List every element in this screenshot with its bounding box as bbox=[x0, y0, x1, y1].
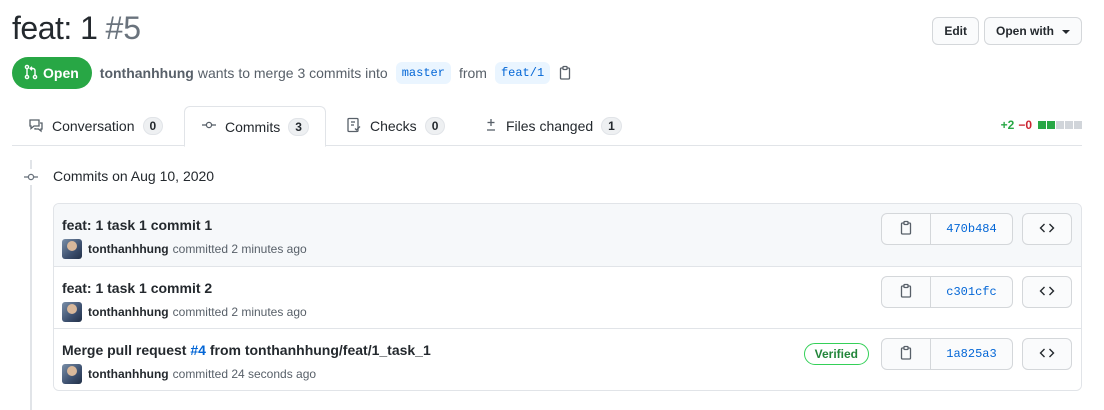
tab-files-changed[interactable]: Files changed 1 bbox=[468, 106, 638, 146]
tab-conversation[interactable]: Conversation 0 bbox=[12, 106, 179, 146]
commit-title[interactable]: Merge pull request #4 from tonthanhhung/… bbox=[62, 342, 431, 358]
tab-label: Files changed bbox=[506, 118, 594, 134]
commit-date-header: Commits on Aug 10, 2020 bbox=[53, 168, 215, 184]
diffstat-block bbox=[1047, 121, 1055, 129]
open-with-label: Open with bbox=[996, 24, 1054, 38]
copy-sha-button[interactable] bbox=[881, 213, 931, 245]
sha-link[interactable]: 1a825a3 bbox=[931, 338, 1013, 370]
header-actions: Edit Open with bbox=[932, 17, 1082, 45]
pr-title-row: feat: 1 #5 bbox=[12, 10, 141, 54]
commit-title[interactable]: feat: 1 task 1 commit 2 bbox=[62, 280, 212, 296]
list-item: Merge pull request #4 from tonthanhhung/… bbox=[54, 328, 1081, 390]
from-text: from bbox=[458, 65, 487, 81]
avatar[interactable] bbox=[62, 302, 82, 322]
commit-title[interactable]: feat: 1 task 1 commit 1 bbox=[62, 217, 212, 233]
tab-counter: 3 bbox=[288, 117, 309, 136]
browse-repo-button[interactable] bbox=[1022, 276, 1072, 308]
clipboard-icon bbox=[899, 283, 913, 302]
tab-counter: 1 bbox=[601, 117, 622, 135]
commit-author[interactable]: tonthanhhung bbox=[88, 242, 169, 256]
author-link[interactable]: tonthanhhung bbox=[100, 65, 194, 81]
head-branch[interactable]: feat/1 bbox=[494, 62, 551, 84]
list-item: feat: 1 task 1 commit 2 tonthanhhung com… bbox=[54, 266, 1081, 328]
commit-time: committed 24 seconds ago bbox=[172, 367, 317, 381]
copy-sha-button[interactable] bbox=[881, 276, 931, 308]
tab-label: Commits bbox=[225, 118, 281, 135]
diff-icon bbox=[484, 117, 498, 136]
open-with-button[interactable]: Open with bbox=[984, 17, 1082, 45]
code-icon bbox=[1039, 220, 1055, 239]
commit-title-suffix: from tonthanhhung/feat/1_task_1 bbox=[209, 342, 431, 358]
commit-icon bbox=[201, 117, 217, 136]
tab-label: Checks bbox=[370, 118, 417, 134]
chevron-down-icon bbox=[1062, 30, 1070, 34]
clipboard-icon bbox=[899, 345, 913, 364]
list-item: feat: 1 task 1 commit 1 tonthanhhung com… bbox=[54, 204, 1081, 266]
checklist-icon bbox=[346, 117, 362, 136]
code-icon bbox=[1039, 345, 1055, 364]
deletions-count: −0 bbox=[1018, 118, 1032, 132]
tab-commits[interactable]: Commits 3 bbox=[184, 106, 326, 147]
commit-title-prefix: Merge pull request bbox=[62, 342, 187, 358]
diffstat-block bbox=[1065, 121, 1073, 129]
additions-count: +2 bbox=[1000, 118, 1015, 132]
clipboard-icon bbox=[899, 220, 913, 239]
code-icon bbox=[1039, 283, 1055, 302]
edit-button[interactable]: Edit bbox=[932, 17, 979, 45]
sha-button-group: 470b484 bbox=[881, 213, 1013, 245]
commit-meta: tonthanhhung committed 2 minutes ago bbox=[62, 302, 307, 322]
tab-counter: 0 bbox=[142, 117, 164, 135]
browse-repo-button[interactable] bbox=[1022, 213, 1072, 245]
avatar[interactable] bbox=[62, 239, 82, 259]
issue-link[interactable]: #4 bbox=[190, 342, 206, 358]
tab-counter: 0 bbox=[424, 117, 446, 135]
pr-meta: Open tonthanhhung wants to merge 3 commi… bbox=[12, 57, 572, 89]
pr-title: feat: 1 bbox=[12, 10, 98, 46]
tab-label: Conversation bbox=[52, 118, 135, 134]
commit-author[interactable]: tonthanhhung bbox=[88, 367, 169, 381]
pr-number: #5 bbox=[105, 10, 142, 46]
commit-list: feat: 1 task 1 commit 1 tonthanhhung com… bbox=[53, 203, 1082, 391]
diffstat-block bbox=[1056, 121, 1064, 129]
commit-meta: tonthanhhung committed 2 minutes ago bbox=[62, 239, 307, 259]
clipboard-icon[interactable] bbox=[558, 65, 572, 81]
diffstat-blocks bbox=[1038, 121, 1082, 129]
sha-button-group: 1a825a3 bbox=[881, 338, 1013, 370]
merge-text: wants to merge 3 commits into bbox=[197, 65, 388, 81]
commit-actions: c301cfc bbox=[881, 276, 1072, 308]
verified-badge[interactable]: Verified bbox=[803, 343, 869, 365]
merge-summary: tonthanhhung wants to merge 3 commits in… bbox=[100, 62, 572, 84]
edit-button-label: Edit bbox=[944, 24, 967, 38]
copy-sha-button[interactable] bbox=[881, 338, 931, 370]
commit-time: committed 2 minutes ago bbox=[172, 305, 307, 319]
browse-repo-button[interactable] bbox=[1022, 338, 1072, 370]
diffstat-block bbox=[1074, 121, 1082, 129]
commit-meta: tonthanhhung committed 24 seconds ago bbox=[62, 364, 316, 384]
sha-button-group: c301cfc bbox=[881, 276, 1013, 308]
commit-author[interactable]: tonthanhhung bbox=[88, 305, 169, 319]
state-label: Open bbox=[43, 65, 79, 81]
state-badge: Open bbox=[12, 57, 92, 89]
avatar[interactable] bbox=[62, 364, 82, 384]
commit-actions: Verified 1a825a3 bbox=[803, 338, 1072, 370]
timeline-line bbox=[30, 160, 32, 410]
sha-link[interactable]: 470b484 bbox=[931, 213, 1013, 245]
diffstat: +2 −0 bbox=[1001, 118, 1082, 132]
pr-tabs: Conversation 0 Commits 3 Checks 0 Files … bbox=[12, 106, 1082, 147]
pull-request-icon bbox=[24, 64, 38, 83]
comment-icon bbox=[28, 117, 44, 136]
base-branch[interactable]: master bbox=[395, 62, 451, 84]
commit-actions: 470b484 bbox=[881, 213, 1072, 245]
commit-icon bbox=[21, 169, 41, 185]
tab-checks[interactable]: Checks 0 bbox=[330, 106, 461, 146]
diffstat-block bbox=[1038, 121, 1046, 129]
commit-time: committed 2 minutes ago bbox=[172, 242, 307, 256]
sha-link[interactable]: c301cfc bbox=[931, 276, 1013, 308]
